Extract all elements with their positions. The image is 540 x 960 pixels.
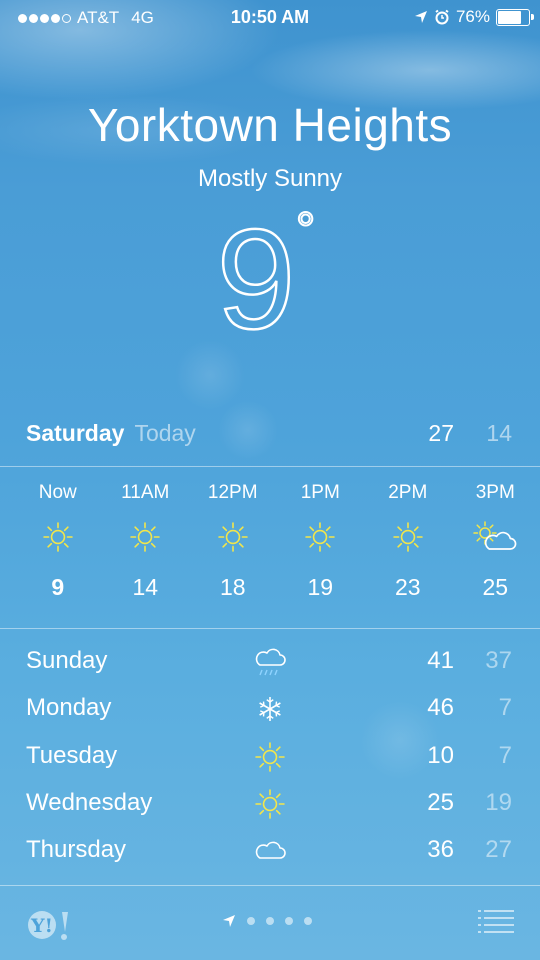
yahoo-logo-text: Y!: [30, 915, 53, 937]
hourly-item: 12PM 18: [189, 482, 277, 601]
day-name: Monday: [26, 694, 112, 722]
sun-icon: [14, 512, 102, 562]
day-high: 41: [427, 647, 454, 674]
battery-percentage: 76%: [455, 7, 490, 26]
day-low: 19: [485, 788, 512, 816]
day-low: 27: [485, 836, 512, 864]
day-high: 10: [427, 741, 454, 769]
hour-label: 1PM: [300, 482, 340, 503]
divider: [0, 466, 540, 467]
hour-temperature: 9: [51, 574, 65, 600]
day-low: 7: [498, 694, 512, 722]
cloud-icon: [252, 834, 288, 868]
today-summary: Saturday Today 27 14: [26, 420, 512, 454]
hour-temperature: 18: [219, 574, 246, 600]
today-high: 27: [428, 420, 454, 446]
location-arrow-icon: [414, 11, 427, 23]
daily-forecast[interactable]: Sunday 41 37 Monday 46 7 Tuesday 10 7 Wednesday 25…: [26, 643, 512, 879]
yahoo-logo-icon[interactable]: Y!: [26, 908, 74, 942]
hourly-item: 3PM 25: [452, 482, 540, 601]
hour-label: 11AM: [121, 482, 170, 503]
divider: [0, 628, 540, 629]
daily-row: Monday 46 7: [26, 690, 512, 737]
status-right-group: 76%: [414, 7, 534, 27]
bottom-toolbar: Y!: [0, 888, 540, 960]
location-arrow-icon[interactable]: [222, 914, 236, 928]
divider: [0, 885, 540, 886]
day-low: 37: [485, 647, 512, 674]
battery-icon: [496, 8, 534, 26]
hourly-item: 1PM 19: [277, 482, 365, 601]
temperature-value: 9: [217, 200, 296, 348]
sun-icon: [252, 740, 288, 774]
sun-icon: [277, 512, 365, 562]
page-indicator[interactable]: [222, 914, 312, 928]
hour-temperature: 25: [482, 574, 509, 600]
daily-row: Tuesday 10 7: [26, 738, 512, 785]
page-dot[interactable]: [304, 917, 312, 925]
hour-temperature: 23: [394, 574, 421, 600]
alarm-clock-icon: [435, 9, 449, 25]
day-name: Thursday: [26, 836, 127, 864]
page-dot[interactable]: [247, 917, 255, 925]
weather-screen: AT&T 4G 10:50 AM 76% Yorktown Heights Mo…: [0, 0, 540, 960]
daily-row: Thursday 36 27: [26, 832, 512, 879]
degree-symbol: °: [296, 204, 315, 257]
hour-label: 12PM: [207, 482, 258, 503]
day-low: 7: [498, 741, 512, 769]
partly-cloudy-icon: [452, 512, 540, 562]
sun-icon: [102, 512, 190, 562]
page-dot[interactable]: [285, 917, 293, 925]
today-day-name: Saturday: [26, 420, 125, 446]
city-name: Yorktown Heights: [87, 99, 453, 151]
day-name: Wednesday: [26, 788, 153, 816]
day-high: 25: [427, 788, 454, 816]
list-icon[interactable]: [478, 908, 514, 936]
day-high: 36: [427, 836, 454, 864]
hour-label: 2PM: [388, 482, 428, 503]
day-high: 46: [427, 694, 454, 722]
daily-row: Sunday 41 37: [26, 643, 512, 690]
hourly-item: 2PM 23: [364, 482, 452, 601]
daily-row: Wednesday 25 19: [26, 785, 512, 832]
sun-icon: [189, 512, 277, 562]
today-label: Today: [134, 420, 196, 446]
hour-temperature: 14: [132, 574, 159, 600]
hour-temperature: 19: [307, 574, 334, 600]
hour-label: Now: [38, 482, 77, 503]
hourly-forecast[interactable]: Now 9 11AM 14 12PM 18 1PM 19 2PM 23 3PM 25: [14, 482, 540, 601]
rain-cloud-icon: [252, 645, 288, 679]
day-name: Tuesday: [26, 741, 118, 769]
hourly-item: 11AM 14: [102, 482, 190, 601]
sun-icon: [252, 787, 288, 821]
snowflake-icon: [252, 692, 288, 726]
weather-condition: Mostly Sunny: [197, 165, 343, 192]
day-name: Sunday: [26, 647, 108, 674]
hour-label: 3PM: [475, 482, 515, 503]
sun-icon: [364, 512, 452, 562]
hourly-item: Now 9: [14, 482, 102, 601]
today-low: 14: [486, 420, 512, 446]
status-bar: AT&T 4G 10:50 AM 76%: [0, 0, 540, 36]
current-temperature: 9 °: [0, 198, 540, 348]
page-dot[interactable]: [266, 917, 274, 925]
